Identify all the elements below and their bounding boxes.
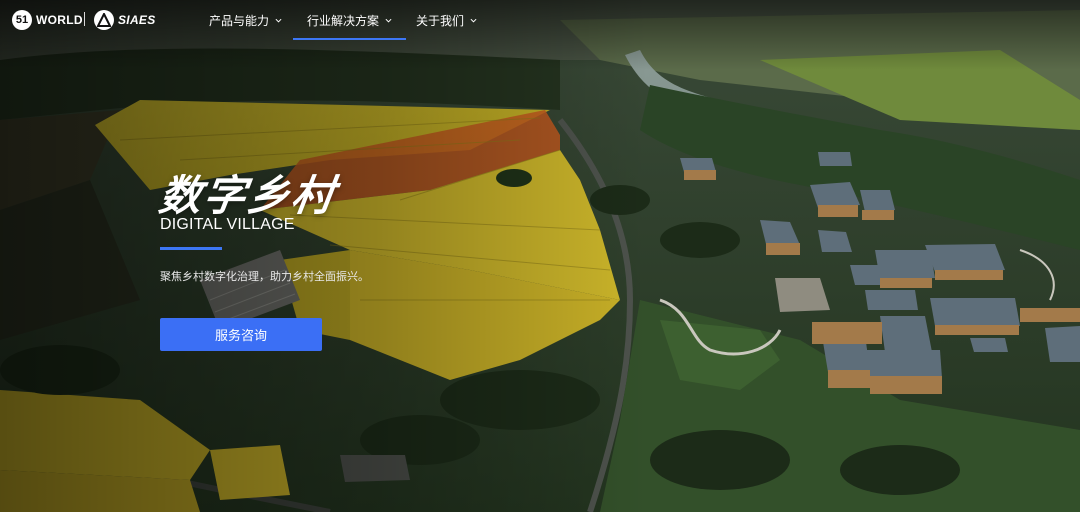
51world-logo-icon: 51 xyxy=(12,10,32,30)
nav-item-about[interactable]: 关于我们 xyxy=(416,0,477,40)
nav-item-label: 行业解决方案 xyxy=(307,13,380,28)
siaes-logo[interactable]: SIAES xyxy=(94,10,156,30)
chevron-down-icon xyxy=(470,18,477,23)
nav-item-label: 关于我们 xyxy=(416,13,465,28)
nav-item-products[interactable]: 产品与能力 xyxy=(209,0,282,40)
hero-description: 聚焦乡村数字化治理，助力乡村全面振兴。 xyxy=(160,270,369,283)
consult-button-label: 服务咨询 xyxy=(214,329,267,344)
51world-logo-mark: 51 xyxy=(15,14,29,26)
top-navigation: 51 WORLD SIAES 产品与能力 行业解决方案 关于我们 xyxy=(0,0,1080,40)
hero-subtitle: DIGITAL VILLAGE xyxy=(160,216,295,233)
51world-logo-text: WORLD xyxy=(36,13,83,27)
hero-title: 数字乡村 xyxy=(156,171,340,220)
hero-background-image xyxy=(0,0,1080,512)
nav-item-solutions[interactable]: 行业解决方案 xyxy=(292,0,407,40)
logo-divider xyxy=(84,12,85,26)
51world-logo[interactable]: 51 WORLD xyxy=(12,10,83,30)
siaes-logo-text: SIAES xyxy=(118,13,156,27)
siaes-logo-icon xyxy=(94,10,114,30)
hero-accent-bar xyxy=(160,247,222,250)
chevron-down-icon xyxy=(275,18,282,23)
chevron-down-icon xyxy=(385,18,392,23)
nav-item-label: 产品与能力 xyxy=(209,13,270,28)
consult-button[interactable]: 服务咨询 xyxy=(160,318,322,351)
